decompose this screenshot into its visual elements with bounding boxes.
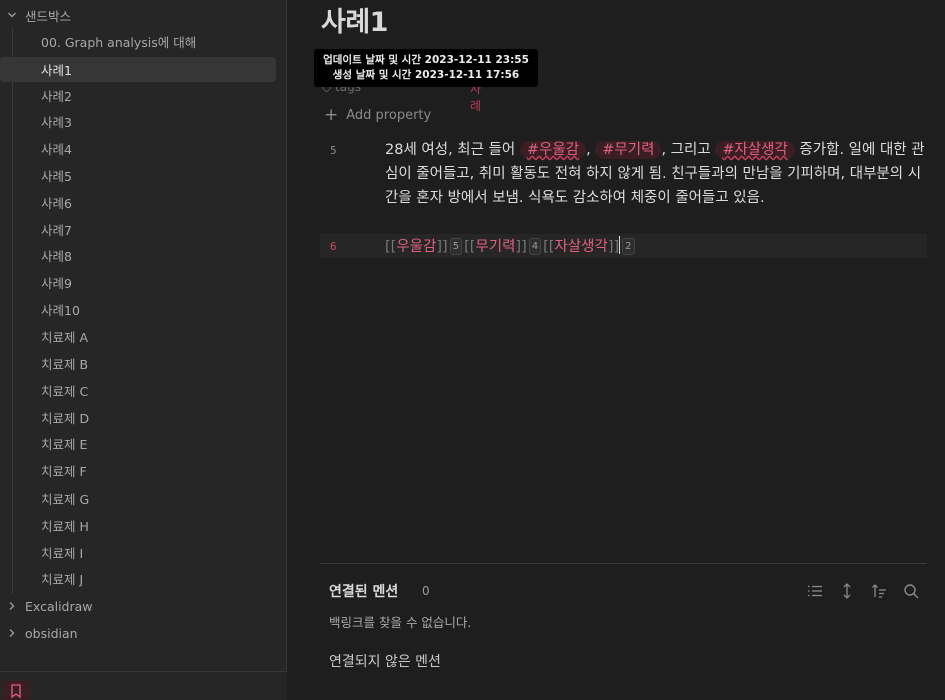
editor-pane: 사례1 ◇ tags 사례 업데이트 날짜 및 시간 2023-12-11 23…: [288, 0, 945, 700]
list-icon[interactable]: [807, 583, 823, 599]
wikilinks-line[interactable]: [[우울감]] 5 [[무기력]] 4 [[자살생각]] 2: [385, 235, 637, 256]
link-count-badge: 2: [622, 238, 635, 255]
file-label: 치료제 D: [41, 411, 90, 426]
file-item-case1[interactable]: 사례1: [0, 57, 276, 82]
chevron-right-icon: [7, 601, 17, 611]
folder-label: Excalidraw: [25, 598, 93, 614]
file-item-drug-h[interactable]: 치료제 H: [0, 513, 276, 538]
file-item-drug-e[interactable]: 치료제 E: [0, 431, 276, 456]
file-item-case9[interactable]: 사례9: [0, 270, 276, 295]
file-label: 사례6: [41, 196, 72, 211]
line-number-5: 5: [330, 144, 337, 157]
file-label: 치료제 E: [41, 437, 88, 452]
link-bracket: ]]: [607, 239, 620, 255]
tag-suicidal-thoughts[interactable]: #자살생각: [715, 141, 795, 159]
wikilink-depression[interactable]: 우울감: [396, 239, 436, 255]
file-label: 사례3: [41, 115, 72, 130]
tag-label: #우울감: [526, 142, 580, 158]
line-number-6: 6: [330, 240, 337, 253]
file-item-case3[interactable]: 사례3: [0, 109, 276, 134]
file-label: 사례4: [41, 142, 72, 157]
file-label: 사례1: [41, 63, 72, 78]
sidebar-bottom-bar: [0, 671, 287, 700]
file-item-drug-b[interactable]: 치료제 B: [0, 351, 276, 376]
tag-label: #무기력: [602, 142, 655, 158]
paragraph-text: 28세 여성, 최근 들어: [385, 142, 520, 158]
file-item-case7[interactable]: 사례7: [0, 217, 276, 242]
note-paragraph[interactable]: 28세 여성, 최근 들어 #우울감, #무기력, 그리고 #자살생각 증가함.…: [385, 138, 925, 210]
file-explorer-sidebar: 샌드박스 00. Graph analysis에 대해 사례1 사례2 사례3 …: [0, 0, 287, 700]
file-item-case8[interactable]: 사례8: [0, 243, 276, 268]
link-bracket: ]]: [436, 239, 448, 255]
file-label: 사례7: [41, 223, 72, 238]
folder-label: obsidian: [25, 625, 78, 641]
link-count-badge: 5: [449, 238, 463, 255]
page-title[interactable]: 사례1: [321, 0, 388, 39]
sort-icon[interactable]: [871, 583, 887, 599]
file-item-graph-analysis[interactable]: 00. Graph analysis에 대해: [0, 29, 276, 54]
file-item-case2[interactable]: 사례2: [0, 83, 276, 108]
file-label: 사례2: [41, 89, 72, 104]
paragraph-text: , 그리고: [661, 142, 716, 158]
file-label: 사례9: [41, 276, 72, 291]
link-bracket: [[: [385, 239, 397, 255]
unlinked-mentions-title[interactable]: 연결되지 않은 멘션: [329, 651, 441, 671]
chevron-right-icon: [7, 628, 17, 638]
file-item-case6[interactable]: 사례6: [0, 190, 276, 215]
search-icon[interactable]: [903, 583, 919, 599]
wikilink-lethargy[interactable]: 무기력: [475, 239, 515, 255]
link-bracket: ]]: [515, 239, 527, 255]
backlinks-toolbar: [807, 583, 919, 599]
file-item-drug-f[interactable]: 치료제 F: [0, 458, 276, 483]
file-label: 치료제 A: [41, 330, 89, 345]
file-item-drug-j[interactable]: 치료제 J: [0, 566, 276, 591]
file-label: 사례8: [41, 249, 72, 264]
file-label: 치료제 G: [41, 492, 90, 507]
file-label: 사례5: [41, 169, 72, 184]
no-backlinks-message: 백링크를 찾을 수 없습니다.: [329, 615, 472, 630]
tooltip-updated: 업데이트 날짜 및 시간 2023-12-11 23:55: [323, 54, 529, 66]
backlinks-divider: [320, 563, 927, 564]
file-item-drug-g[interactable]: 치료제 G: [0, 486, 276, 511]
file-item-case5[interactable]: 사례5: [0, 163, 276, 188]
backlinks-count: 0: [422, 584, 430, 598]
link-bracket: [[: [464, 239, 476, 255]
file-item-drug-i[interactable]: 치료제 I: [0, 540, 276, 565]
file-date-tooltip: 업데이트 날짜 및 시간 2023-12-11 23:55 생성 날짜 및 시간…: [314, 49, 538, 87]
bookmark-icon: [11, 684, 21, 698]
file-item-case4[interactable]: 사례4: [0, 136, 276, 161]
add-property-label: Add property: [346, 108, 432, 123]
chevron-down-icon: [7, 10, 17, 20]
file-label: 치료제 C: [41, 384, 89, 399]
file-label: 사례10: [41, 303, 80, 318]
tag-lethargy[interactable]: #무기력: [595, 141, 662, 159]
file-label: 치료제 F: [41, 464, 87, 479]
file-item-drug-a[interactable]: 치료제 A: [0, 324, 276, 349]
link-count-badge: 4: [528, 238, 542, 255]
folder-excalidraw[interactable]: Excalidraw: [0, 593, 280, 619]
file-item-case10[interactable]: 사례10: [0, 297, 276, 322]
file-label: 치료제 J: [41, 572, 84, 587]
link-bracket: [[: [543, 239, 555, 255]
folder-label: 샌드박스: [25, 8, 72, 24]
tag-label: #자살생각: [722, 142, 788, 158]
bookmark-button[interactable]: [2, 680, 30, 700]
folder-obsidian[interactable]: obsidian: [0, 620, 280, 646]
file-item-drug-d[interactable]: 치료제 D: [0, 405, 276, 430]
add-property-button[interactable]: + Add property: [324, 107, 431, 124]
file-label: 치료제 I: [41, 546, 84, 561]
tooltip-created: 생성 날짜 및 시간 2023-12-11 17:56: [332, 69, 520, 81]
folder-sandbox[interactable]: 샌드박스: [0, 2, 280, 28]
paragraph-text: ,: [586, 142, 596, 158]
text-cursor: [619, 236, 621, 254]
tag-depression[interactable]: #우울감: [519, 141, 587, 159]
file-label: 00. Graph analysis에 대해: [41, 35, 197, 50]
backlinks-title[interactable]: 연결된 멘션: [329, 581, 398, 601]
file-label: 치료제 H: [41, 519, 89, 534]
file-item-drug-c[interactable]: 치료제 C: [0, 378, 276, 403]
file-label: 치료제 B: [41, 357, 89, 372]
wikilink-suicidal-thoughts[interactable]: 자살생각: [554, 239, 607, 255]
plus-icon: +: [324, 105, 339, 125]
expand-vertical-icon[interactable]: [839, 583, 855, 599]
